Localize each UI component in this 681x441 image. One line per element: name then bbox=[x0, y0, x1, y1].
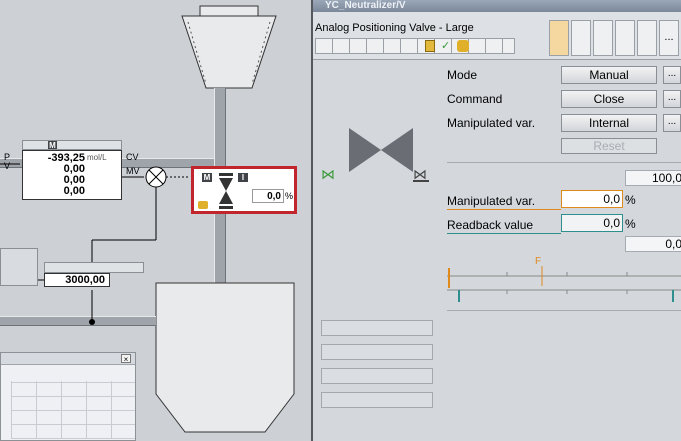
valve-unit: % bbox=[285, 191, 294, 201]
reset-button[interactable]: Reset bbox=[561, 138, 657, 154]
chart-view-button[interactable] bbox=[637, 20, 657, 56]
valve-mode-badge: M bbox=[202, 173, 212, 182]
valve-value: 0,0 bbox=[252, 189, 284, 203]
embedded-window[interactable]: × bbox=[0, 352, 136, 441]
close-icon[interactable]: × bbox=[121, 354, 131, 364]
info-box-1 bbox=[321, 320, 433, 336]
faceplate-header: Analog Positioning Valve - Large ✓ ... bbox=[313, 12, 681, 60]
manipulated-var-label: Manipulated var. bbox=[447, 194, 536, 208]
manipulated-source-label: Manipulated var. bbox=[447, 116, 536, 130]
process-display: M P V -393,25 mol/L 0,00 0,00 0,00 CV MV… bbox=[0, 0, 311, 441]
command-button[interactable]: Close bbox=[561, 90, 657, 108]
signal-label-mv: MV bbox=[126, 166, 140, 176]
readback-value: 0,0 bbox=[561, 214, 623, 232]
hand-icon bbox=[457, 40, 469, 52]
manipulated-var-underline bbox=[447, 209, 561, 210]
signal-label-v: V bbox=[4, 161, 11, 171]
scale-low-value: 0,0 bbox=[625, 236, 681, 252]
valve-symbol-icon bbox=[218, 173, 234, 214]
faceplate-window: YC_Neutralizer/V Analog Positioning Valv… bbox=[311, 0, 681, 441]
setpoint-value: 3000,00 bbox=[65, 274, 105, 286]
more-views-button[interactable]: ... bbox=[659, 20, 679, 56]
home-view-button[interactable] bbox=[549, 20, 569, 56]
manipulated-source-more-button[interactable]: ... bbox=[663, 114, 681, 132]
command-label: Command bbox=[447, 92, 503, 106]
valve-hand-icon bbox=[198, 201, 208, 209]
info-box-3 bbox=[321, 368, 433, 384]
setpoint-bar-graph bbox=[447, 262, 681, 306]
manipulated-var-input[interactable]: 0,0 bbox=[561, 190, 623, 208]
embedded-window-titlebar[interactable] bbox=[1, 353, 135, 365]
left-stub-block[interactable] bbox=[0, 248, 38, 286]
valve-open-indicator-icon: ⋈ bbox=[321, 166, 335, 182]
mode-more-button[interactable]: ... bbox=[663, 66, 681, 84]
valve-large-icon bbox=[349, 128, 413, 177]
controller-mode-badge: M bbox=[48, 141, 57, 150]
setpoint-toolbar[interactable] bbox=[44, 262, 144, 273]
lock-icon bbox=[425, 40, 435, 52]
text-view-button[interactable] bbox=[571, 20, 591, 56]
controller-block[interactable]: -393,25 mol/L 0,00 0,00 0,00 bbox=[22, 150, 122, 200]
check-icon: ✓ bbox=[441, 40, 451, 52]
status-strip bbox=[315, 38, 515, 54]
embedded-window-grid bbox=[11, 381, 135, 439]
valve-selection-frame[interactable]: M I 0,0 % bbox=[191, 166, 297, 214]
manipulated-source-button[interactable]: Internal bbox=[561, 114, 657, 132]
valve-interlock-badge: I bbox=[238, 173, 248, 182]
setpoint-block[interactable]: 3000,00 bbox=[44, 273, 110, 287]
info-box-2 bbox=[321, 344, 433, 360]
faceplate-titlebar[interactable]: YC_Neutralizer/V bbox=[313, 0, 681, 12]
trend-view-button[interactable] bbox=[615, 20, 635, 56]
scale-high-value: 100,0 bbox=[625, 170, 681, 186]
manipulated-var-unit: % bbox=[625, 193, 636, 207]
info-box-4 bbox=[321, 392, 433, 408]
readback-label: Readback value bbox=[447, 218, 534, 232]
separator-line bbox=[447, 162, 681, 163]
command-more-button[interactable]: ... bbox=[663, 90, 681, 108]
signal-label-cv: CV bbox=[126, 152, 139, 162]
bar-graph-separator bbox=[447, 310, 681, 311]
controller-unit: mol/L bbox=[87, 153, 107, 162]
controller-toolbar[interactable] bbox=[22, 140, 122, 150]
readback-underline bbox=[447, 233, 561, 234]
mode-label: Mode bbox=[447, 68, 478, 82]
readback-unit: % bbox=[625, 217, 636, 231]
parameter-view-button[interactable] bbox=[593, 20, 613, 56]
mode-button[interactable]: Manual bbox=[561, 66, 657, 84]
controller-value-4: 0,00 bbox=[63, 185, 85, 197]
block-type-label: Analog Positioning Valve - Large bbox=[315, 22, 474, 34]
valve-indicator-underline bbox=[413, 180, 429, 182]
